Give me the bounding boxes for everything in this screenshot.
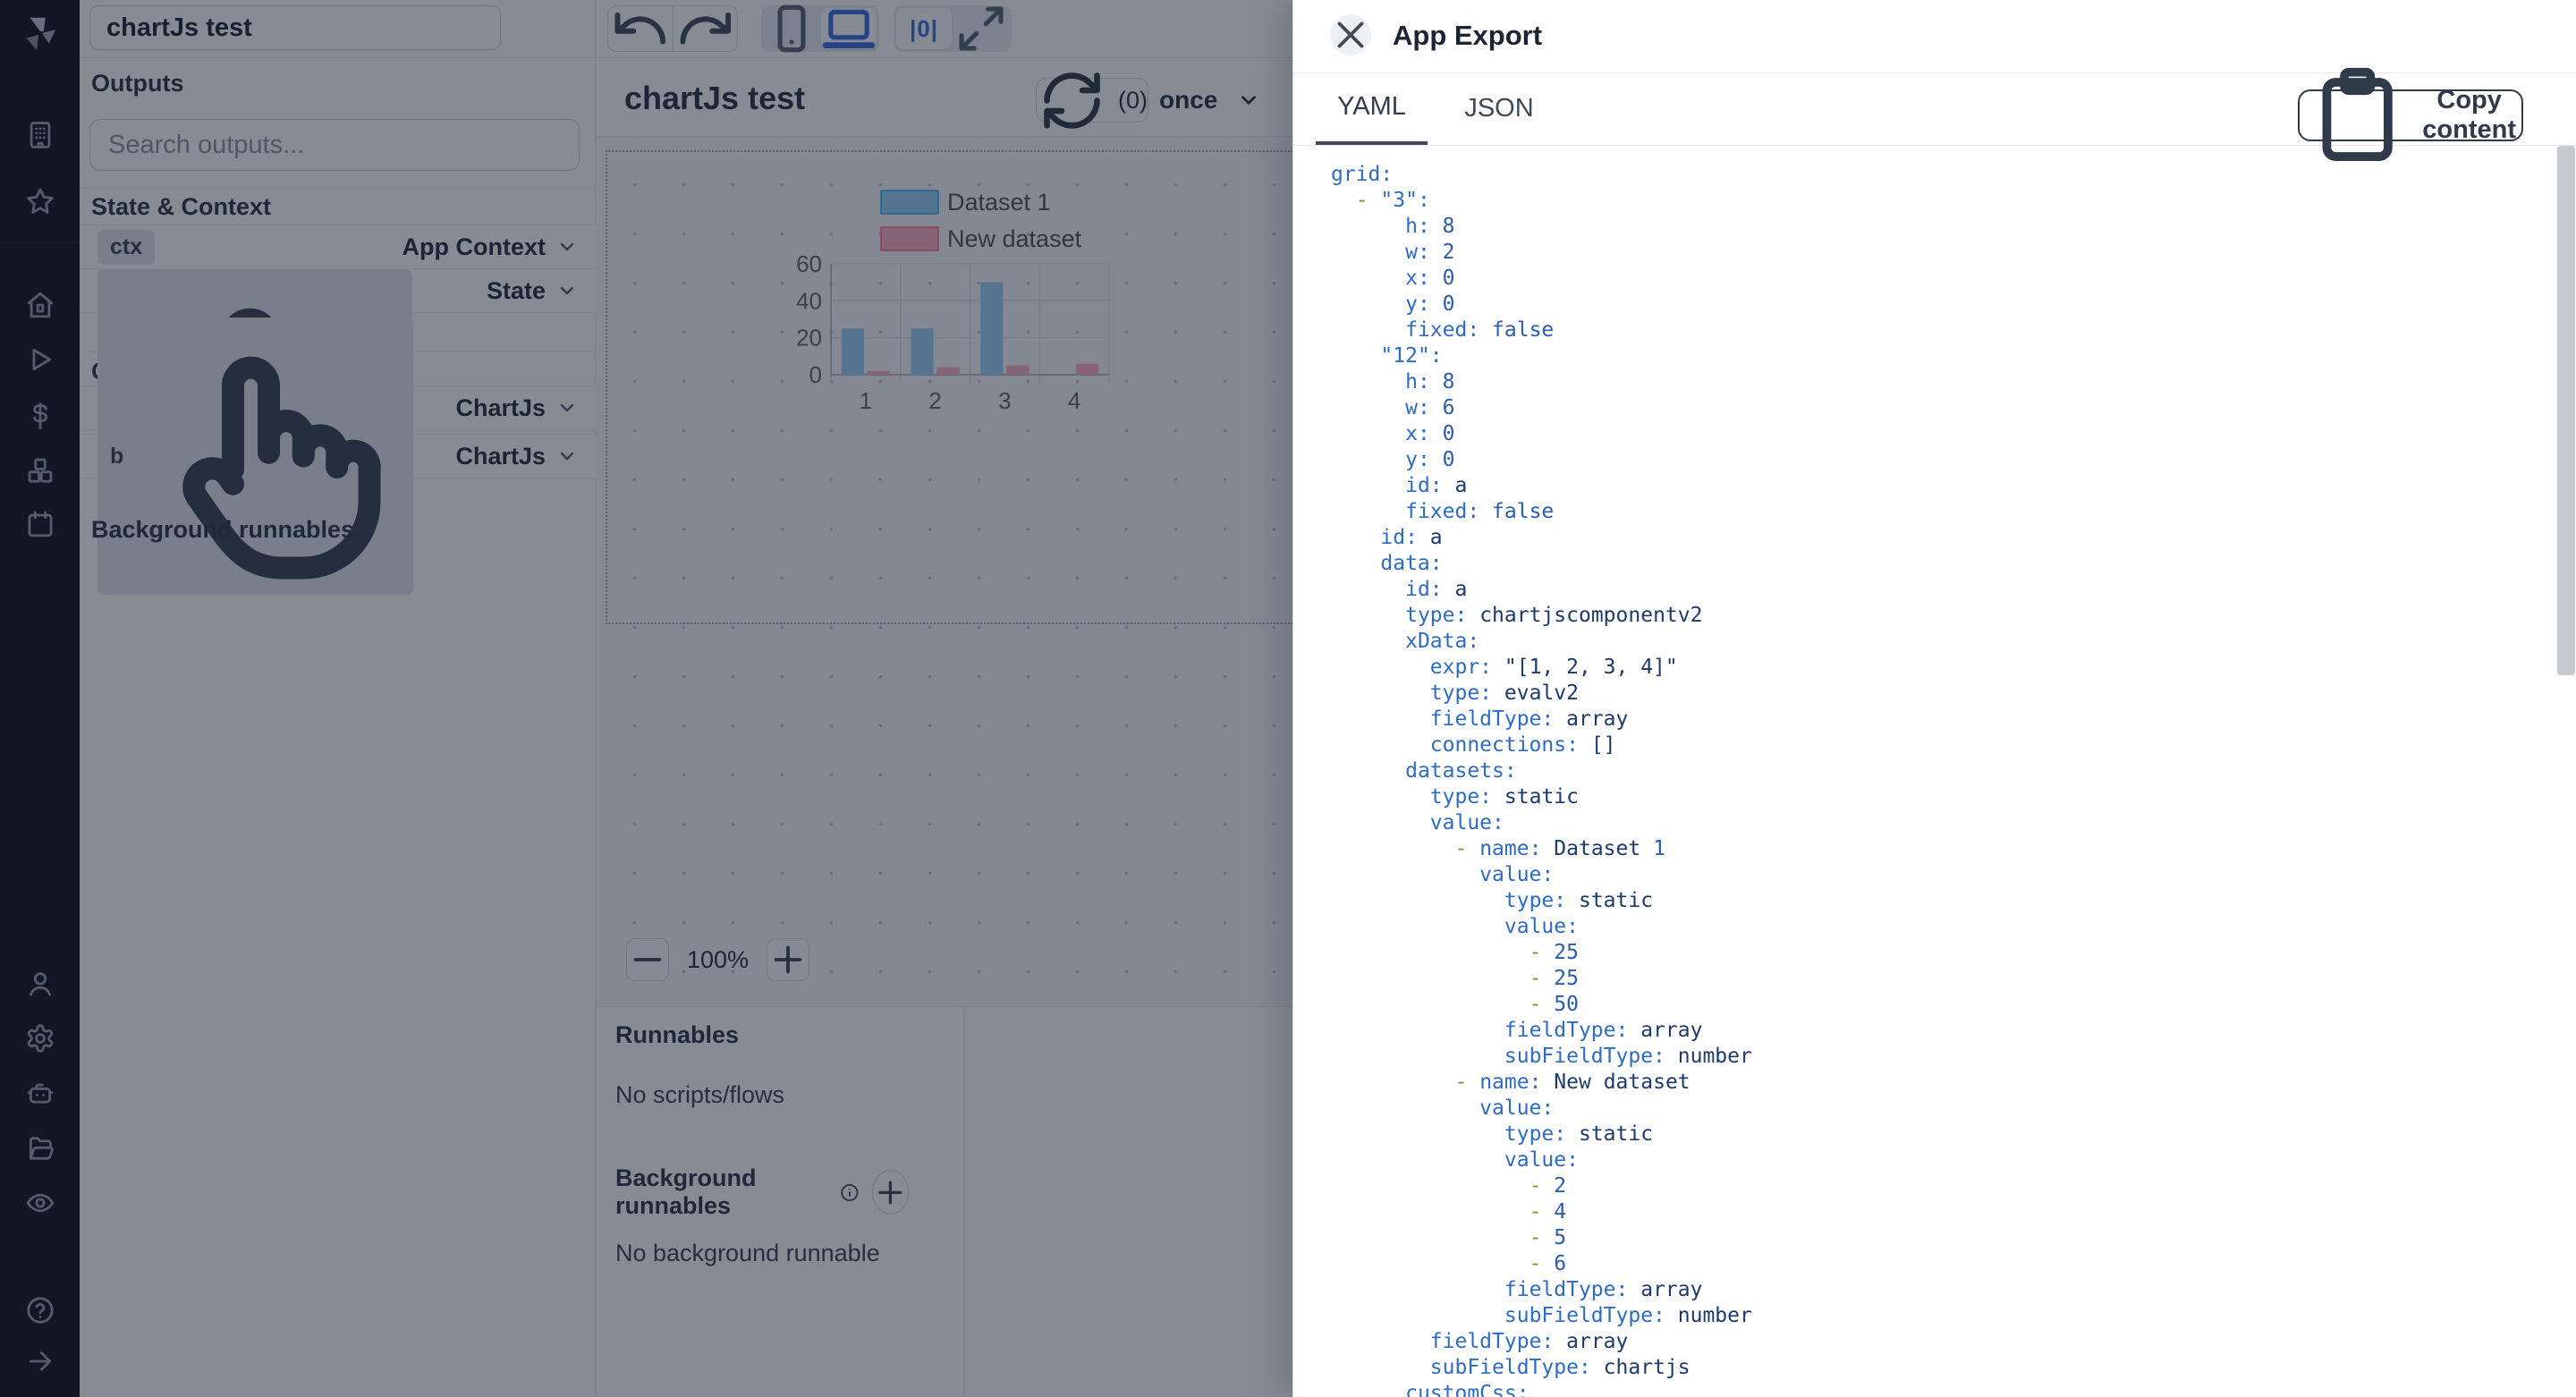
code-line: datasets: <box>1405 759 1517 783</box>
code-line: w: 6 <box>1405 396 1455 419</box>
code-line: - 6 <box>1529 1252 1567 1275</box>
code-line: data: <box>1380 552 1443 575</box>
copy-content-button[interactable]: Copy content <box>2298 68 2523 162</box>
code-line: - 5 <box>1529 1226 1567 1249</box>
code-line: - 50 <box>1529 993 1579 1016</box>
code-line: value: <box>1504 915 1579 938</box>
code-line: - 25 <box>1529 967 1579 990</box>
modal-dim-overlay[interactable] <box>0 0 1292 1397</box>
code-line: value: <box>1429 811 1504 834</box>
code-line: fieldType: array <box>1429 707 1629 731</box>
code-line: grid: <box>1331 163 1394 186</box>
code-line: fieldType: array <box>1504 1278 1703 1301</box>
code-line: - name: New dataset <box>1454 1071 1690 1094</box>
code-line: h: 8 <box>1405 370 1455 394</box>
code-line: x: 0 <box>1405 422 1455 445</box>
app-export-drawer: App Export YAML JSON Copy content grid: … <box>1292 0 2576 1397</box>
code-line: type: chartjscomponentv2 <box>1405 604 1703 627</box>
code-line: fieldType: array <box>1504 1019 1703 1042</box>
scrollbar-thumb[interactable] <box>2557 146 2575 675</box>
code-line: h: 8 <box>1405 215 1455 238</box>
code-line: value: <box>1479 863 1555 886</box>
code-line: - name: Dataset 1 <box>1454 837 1665 860</box>
code-line: id: a <box>1405 474 1468 497</box>
tab-json[interactable]: JSON <box>1445 72 1553 145</box>
code-line: - "3": <box>1355 189 1430 212</box>
code-line: fixed: false <box>1405 500 1555 523</box>
code-line: value: <box>1504 1148 1579 1172</box>
app-root: Outputs State & Context ctx App Context … <box>0 0 2576 1397</box>
code-line: - 25 <box>1529 941 1579 964</box>
code-line: "12": <box>1380 344 1443 368</box>
yaml-code-viewer[interactable]: grid: - "3": h: 8 w: 2 x: 0 y: 0 fixed: … <box>1331 162 2529 1397</box>
code-line: type: static <box>1504 1122 1654 1146</box>
code-line: w: 2 <box>1405 241 1455 264</box>
code-line: - 2 <box>1529 1174 1567 1198</box>
drawer-title: App Export <box>1393 20 1543 51</box>
code-line: value: <box>1479 1096 1555 1120</box>
code-line: id: a <box>1405 578 1468 601</box>
code-line: x: 0 <box>1405 267 1455 290</box>
code-line: xData: <box>1405 630 1480 653</box>
code-line: - 4 <box>1529 1200 1567 1223</box>
code-line: fixed: false <box>1405 318 1555 342</box>
close-icon <box>1330 14 1371 55</box>
code-line: type: evalv2 <box>1429 682 1579 705</box>
code-line: y: 0 <box>1405 292 1455 316</box>
close-button[interactable] <box>1330 14 1371 55</box>
code-line: subFieldType: number <box>1504 1045 1752 1068</box>
code-line: type: static <box>1429 785 1579 809</box>
tab-yaml[interactable]: YAML <box>1316 72 1428 145</box>
code-line: subFieldType: chartjs <box>1429 1356 1690 1379</box>
code-line: expr: "[1, 2, 3, 4]" <box>1429 656 1678 679</box>
code-line: customCss: <box>1405 1382 1530 1397</box>
code-line: fieldType: array <box>1429 1330 1629 1353</box>
code-line: connections: [] <box>1429 733 1616 757</box>
clipboard-icon <box>2305 63 2410 167</box>
code-line: subFieldType: number <box>1504 1304 1752 1327</box>
code-line: id: a <box>1380 526 1443 549</box>
code-line: type: static <box>1504 889 1654 912</box>
code-line: y: 0 <box>1405 448 1455 471</box>
